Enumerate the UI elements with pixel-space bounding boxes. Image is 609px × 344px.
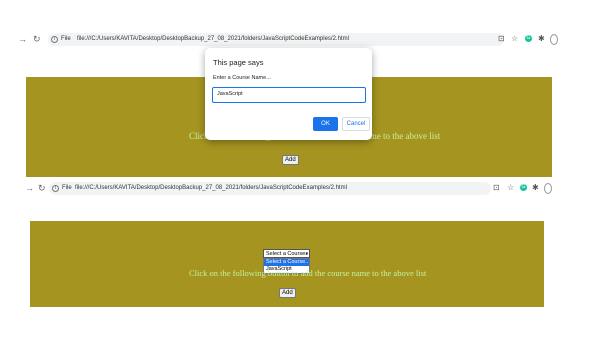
dropdown-option[interactable]: Select a Course.. xyxy=(264,259,309,266)
back-arrow-icon[interactable]: → xyxy=(25,183,34,193)
add-button[interactable]: Add xyxy=(279,288,296,298)
grammarly-icon[interactable]: G xyxy=(520,184,527,191)
chevron-down-icon: ▾ xyxy=(305,251,308,257)
file-label: File xyxy=(62,185,72,191)
info-icon[interactable]: i xyxy=(52,185,59,192)
instruction-text: Click on the following button to add the… xyxy=(189,268,427,278)
star-icon[interactable]: ☆ xyxy=(507,184,514,192)
extensions-icon[interactable]: ✱ xyxy=(532,184,539,192)
course-select[interactable]: Select a Course.. ▾ xyxy=(263,249,310,258)
url-text: file:///C:/Users/KAVITA/Desktop/DesktopB… xyxy=(75,185,347,191)
reload-icon[interactable]: ↻ xyxy=(38,183,46,194)
install-icon[interactable]: ⊡ xyxy=(493,184,500,192)
profile-icon[interactable] xyxy=(544,183,552,194)
select-value: Select a Course.. xyxy=(266,251,309,257)
bottom-screenshot: → ↻ i File file:///C:/Users/KAVITA/Deskt… xyxy=(0,0,609,344)
url-field[interactable]: i File file:///C:/Users/KAVITA/Desktop/D… xyxy=(49,182,491,195)
address-bar: → ↻ i File file:///C:/Users/KAVITA/Deskt… xyxy=(0,181,609,197)
